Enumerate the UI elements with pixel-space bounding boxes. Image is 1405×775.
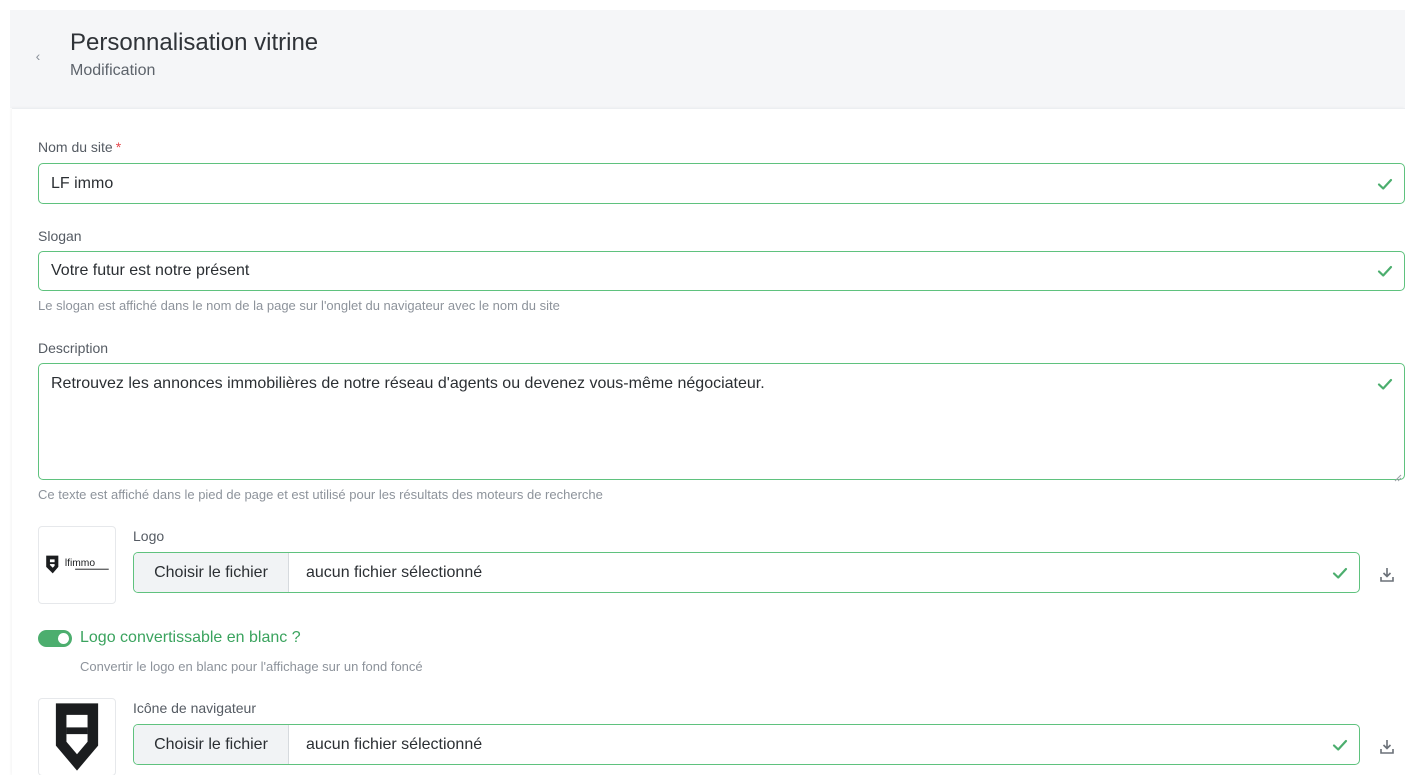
slogan-input[interactable]: Votre futur est notre présent bbox=[38, 251, 1405, 291]
check-icon bbox=[1331, 564, 1349, 582]
logo-white-toggle[interactable] bbox=[38, 630, 72, 647]
slogan-value: Votre futur est notre présent bbox=[51, 262, 250, 279]
slogan-help: Le slogan est affiché dans le nom de la … bbox=[38, 298, 560, 313]
favicon-file-status: aucun fichier sélectionné bbox=[306, 736, 483, 753]
site-name-input[interactable]: LF immo bbox=[38, 163, 1405, 204]
resize-handle-icon[interactable] bbox=[1394, 469, 1402, 482]
favicon-label: Icône de navigateur bbox=[133, 700, 256, 716]
logo-white-help: Convertir le logo en blanc pour l'affich… bbox=[80, 659, 423, 674]
check-icon bbox=[1331, 736, 1349, 754]
required-mark: * bbox=[115, 139, 122, 155]
lfimmo-logo-icon: lfimmo bbox=[46, 555, 109, 574]
page-header: ‹ Personnalisation vitrine Modification bbox=[10, 10, 1405, 108]
logo-white-label[interactable]: Logo convertissable en blanc ? bbox=[80, 629, 301, 647]
site-name-label: Nom du site * bbox=[38, 139, 121, 155]
logo-file-input[interactable]: Choisir le fichier aucun fichier sélecti… bbox=[133, 552, 1360, 593]
favicon-choose-file-button[interactable]: Choisir le fichier bbox=[134, 725, 289, 764]
description-textarea[interactable]: Retrouvez les annonces immobilières de n… bbox=[38, 363, 1405, 482]
logo-download-icon[interactable] bbox=[1378, 566, 1396, 584]
logo-label: Logo bbox=[133, 528, 165, 544]
favicon-preview bbox=[38, 698, 116, 775]
page-title: Personnalisation vitrine bbox=[70, 29, 319, 56]
toggle-knob bbox=[58, 633, 69, 644]
site-name-value: LF immo bbox=[51, 175, 114, 192]
favicon-file-input[interactable]: Choisir le fichier aucun fichier sélecti… bbox=[133, 724, 1360, 765]
check-icon bbox=[1376, 262, 1394, 280]
description-label: Description bbox=[38, 340, 109, 356]
favicon-logo-icon bbox=[55, 703, 99, 771]
favicon-download-icon[interactable] bbox=[1378, 738, 1396, 756]
logo-preview-text: lfimmo bbox=[65, 558, 95, 569]
logo-file-status: aucun fichier sélectionné bbox=[306, 564, 483, 581]
logo-preview: lfimmo bbox=[38, 526, 116, 604]
logo-choose-file-button[interactable]: Choisir le fichier bbox=[134, 553, 289, 592]
check-icon bbox=[1376, 375, 1394, 393]
site-name-label-text: Nom du site bbox=[38, 139, 113, 155]
slogan-label: Slogan bbox=[38, 228, 82, 244]
chevron-left-icon[interactable]: ‹ bbox=[30, 46, 46, 66]
page-subtitle: Modification bbox=[70, 62, 156, 79]
check-icon bbox=[1376, 175, 1394, 193]
description-help: Ce texte est affiché dans le pied de pag… bbox=[38, 487, 603, 502]
description-value: Retrouvez les annonces immobilières de n… bbox=[51, 375, 765, 392]
